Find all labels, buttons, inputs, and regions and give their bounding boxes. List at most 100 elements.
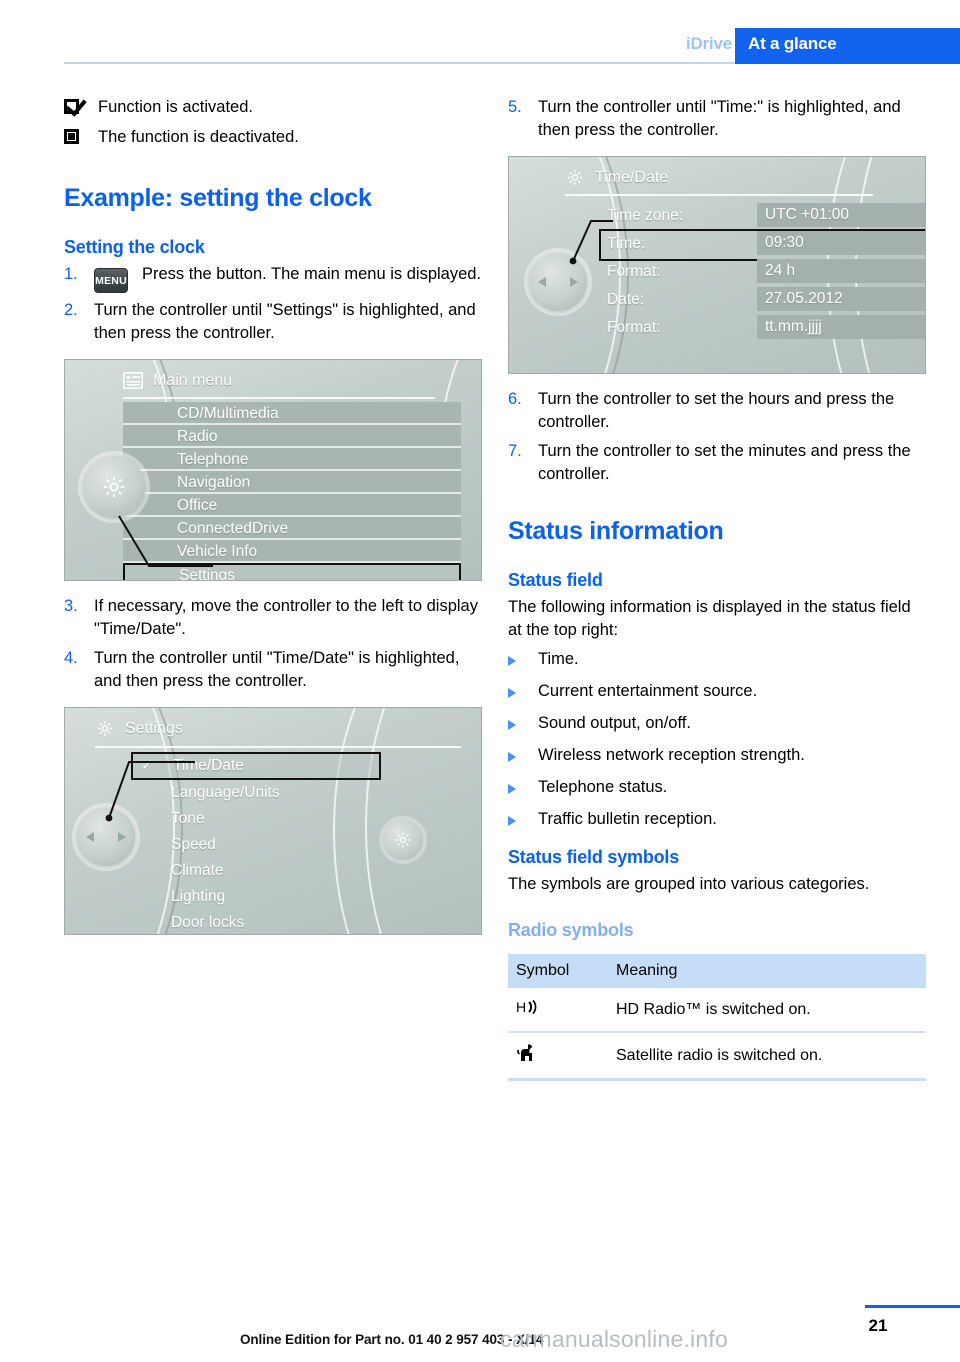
menu-button-icon[interactable]: MENU: [94, 268, 128, 293]
list-item: Telephone status.: [508, 776, 926, 799]
list-item-label: Time/Date: [173, 757, 244, 774]
right-arrow-icon: [118, 832, 126, 842]
triangle-bullet-icon: [508, 648, 538, 671]
setting-value: tt.mm.jjjj: [757, 315, 925, 339]
idrive-controller-knob[interactable]: [529, 253, 587, 311]
step-number: 2.: [64, 301, 78, 319]
cell-meaning: HD Radio™ is switched on.: [608, 988, 926, 1033]
list-item: Sound output, on/off.: [508, 712, 926, 735]
step-item: 3. If necessary, move the controller to …: [64, 595, 482, 641]
gear-icon: [103, 476, 125, 498]
setting-label: Date:: [607, 291, 645, 308]
list-item[interactable]: Radio: [123, 425, 461, 448]
list-item-selected-time-date[interactable]: ✓ Time/Date: [131, 752, 381, 780]
section-title-status-information: Status information: [508, 517, 724, 545]
footer-edition-note: Online Edition for Part no. 01 40 2 957 …: [240, 1332, 544, 1347]
step-item: 7. Turn the controller to set the minute…: [508, 440, 926, 486]
subsection-title-status-field: Status field: [508, 570, 603, 590]
step-text-label: Press the button. The main menu is displ…: [142, 265, 482, 283]
idrive-side-gear-button[interactable]: [383, 820, 423, 860]
step-item: 6. Turn the controller to set the hours …: [508, 388, 926, 434]
gear-icon: [567, 170, 583, 185]
triangle-bullet-icon: [508, 680, 538, 703]
symbol-legend: Function is activated. The function is d…: [64, 96, 482, 149]
step-text: Turn the controller until "Settings" is …: [94, 301, 476, 342]
table-row: Satellite radio is switched on.: [508, 1032, 926, 1081]
list-item: Time.: [508, 648, 926, 671]
section-title-setting-the-clock: Setting the clock: [64, 237, 205, 257]
table-row: H HD Radio™ is switched on.: [508, 988, 926, 1033]
setting-value: UTC +01:00: [757, 203, 925, 227]
checkmark-icon: ✓: [141, 757, 154, 774]
step-number: 7.: [508, 442, 522, 460]
list-item[interactable]: Lighting: [131, 884, 381, 910]
idrive-title-bar: Main menu: [123, 368, 453, 394]
svg-text:H: H: [516, 999, 526, 1015]
list-item: Current entertainment source.: [508, 680, 926, 703]
right-column: 5. Turn the controller until "Time:" is …: [508, 96, 926, 1081]
cell-meaning: Satellite radio is switched on.: [608, 1032, 926, 1081]
idrive-title-divider: [565, 194, 873, 196]
gear-icon: [97, 721, 113, 736]
list-item[interactable]: Navigation: [123, 471, 461, 494]
legend-item: Function is activated.: [64, 96, 482, 119]
triangle-bullet-icon: [508, 744, 538, 767]
list-item[interactable]: Door locks: [131, 910, 381, 934]
steps-list-1: 1. MENU Press the button. The main menu i…: [64, 263, 482, 345]
idrive-title-divider: [123, 397, 435, 399]
table-header-row: Symbol Meaning: [508, 954, 926, 988]
step-item: 1. MENU Press the button. The main menu i…: [64, 263, 482, 293]
setting-label: Format:: [607, 263, 661, 280]
list-item[interactable]: Vehicle Info: [123, 540, 461, 563]
idrive-controller-knob[interactable]: [77, 808, 135, 866]
unchecked-checkbox-icon: [64, 126, 98, 149]
list-item-label: Telephone status.: [538, 778, 668, 796]
idrive-screen-title: Settings: [125, 720, 183, 737]
header-divider: [64, 62, 735, 64]
setting-label: Time zone:: [607, 207, 684, 224]
page-header: iDrive At a glance: [0, 28, 960, 64]
list-item[interactable]: CD/Multimedia: [123, 402, 461, 425]
subsection-title-status-field-symbols: Status field symbols: [508, 847, 680, 867]
cell-symbol: [508, 1032, 608, 1081]
subsection-title-radio-symbols: Radio symbols: [508, 920, 634, 940]
header-chapter-label: iDrive: [685, 34, 732, 53]
manual-page: iDrive At a glance Function is activated…: [0, 0, 960, 1362]
list-item[interactable]: Language/Units: [131, 780, 381, 806]
list-item-label: Traffic bulletin reception.: [538, 810, 717, 828]
satellite-radio-icon: [517, 1044, 533, 1061]
list-item[interactable]: Climate: [131, 858, 381, 884]
list-item[interactable]: Telephone: [123, 448, 461, 471]
legend-item-label: The function is deactivated.: [98, 128, 299, 146]
step-number: 1.: [64, 265, 78, 283]
idrive-settings-list: ✓ Time/Date Language/Units Tone Speed Cl…: [131, 752, 381, 934]
step-text: Turn the controller to set the hours and…: [538, 390, 895, 431]
column-header-symbol: Symbol: [508, 954, 608, 988]
step-number: 5.: [508, 98, 522, 116]
step-text: MENU Press the button. The main menu is d…: [94, 263, 482, 293]
status-field-intro-text: The following information is displayed i…: [508, 598, 911, 639]
list-item[interactable]: Office: [123, 494, 461, 517]
idrive-controller-knob[interactable]: [83, 456, 145, 518]
list-item[interactable]: ConnectedDrive: [123, 517, 461, 540]
list-item-label: Current entertainment source.: [538, 682, 758, 700]
list-item[interactable]: Speed: [131, 832, 381, 858]
watermark-text: carmanualsonline.info: [500, 1326, 728, 1352]
setting-label: Format:: [607, 319, 661, 336]
hd-radio-icon: H: [516, 999, 537, 1015]
list-item: Traffic bulletin reception.: [508, 808, 926, 831]
steps-list-2: 3. If necessary, move the controller to …: [64, 595, 482, 693]
triangle-bullet-icon: [508, 776, 538, 799]
list-item-label: Time.: [538, 650, 579, 668]
list-item[interactable]: Tone: [131, 806, 381, 832]
status-symbols-intro-text: The symbols are grouped into various cat…: [508, 875, 870, 893]
setting-label: Time:: [607, 235, 646, 252]
triangle-bullet-icon: [508, 808, 538, 831]
idrive-title-bar: Settings: [95, 716, 453, 742]
left-column: Function is activated. The function is d…: [64, 96, 482, 935]
list-item: Wireless network reception strength.: [508, 744, 926, 767]
list-item-selected-settings[interactable]: Settings: [123, 563, 461, 580]
list-menu-icon: [123, 372, 143, 389]
step-number: 6.: [508, 390, 522, 408]
legend-item: The function is deactivated.: [64, 126, 482, 149]
